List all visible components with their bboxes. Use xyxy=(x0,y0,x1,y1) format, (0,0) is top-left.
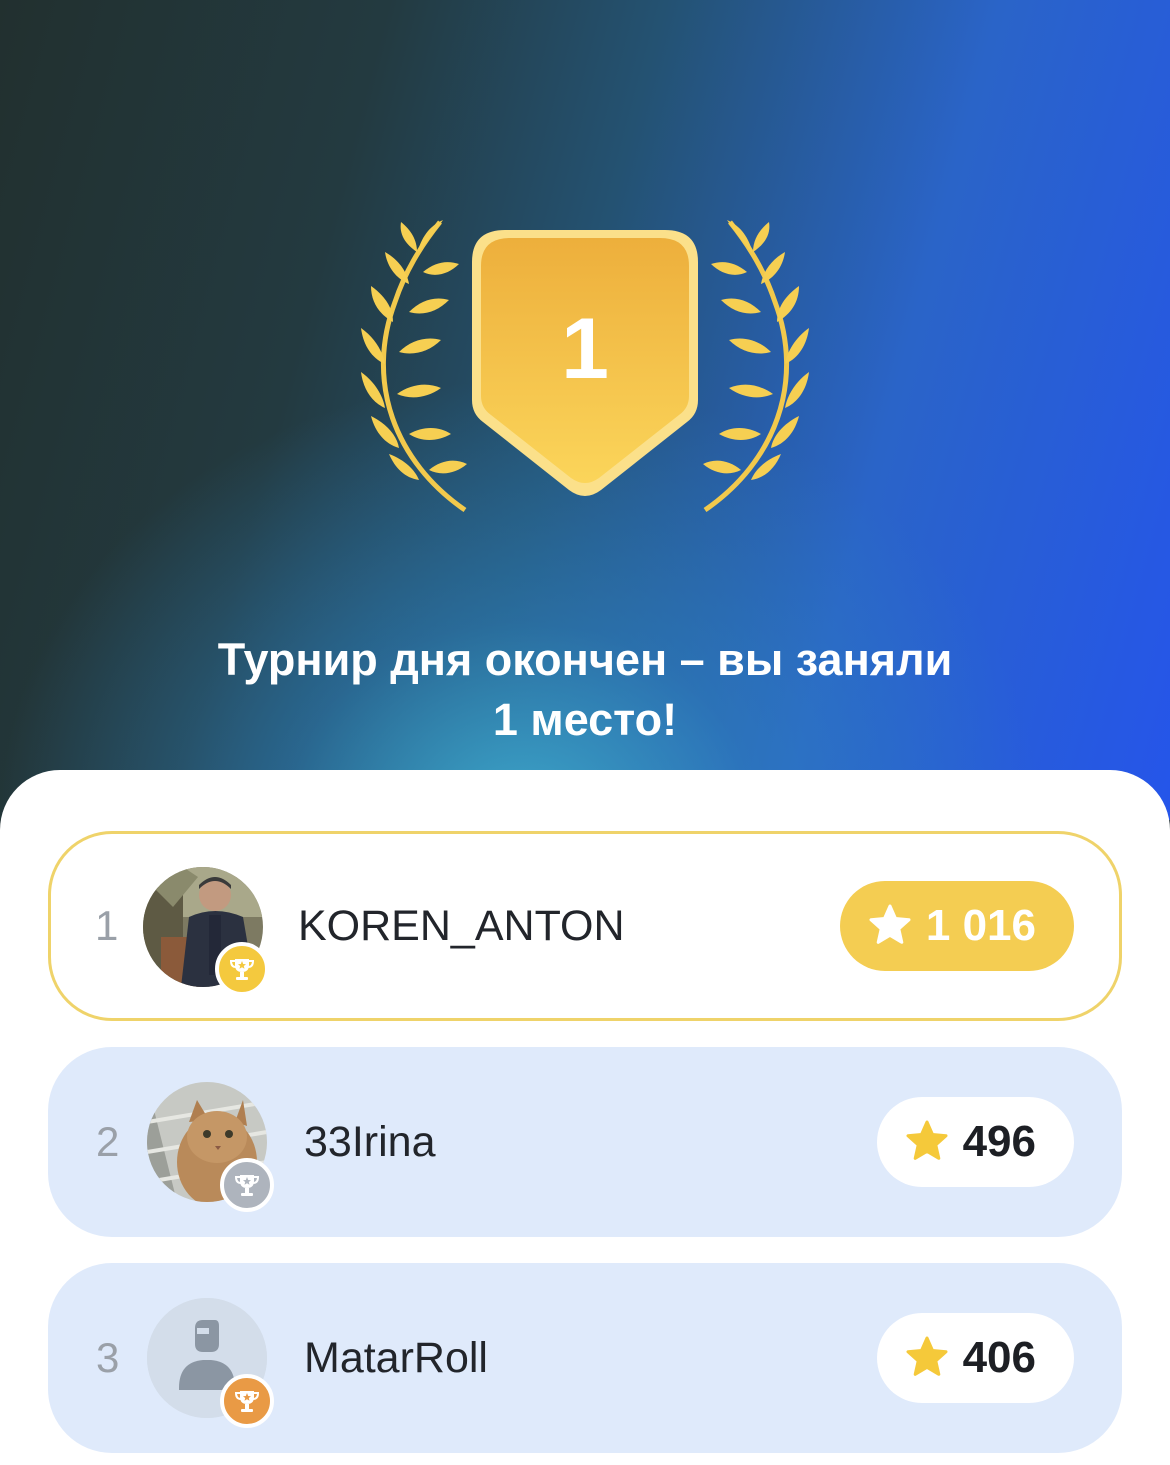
result-title: Турнир дня окончен – вы заняли 1 место! xyxy=(90,630,1080,750)
trophy-icon xyxy=(215,942,269,996)
leaderboard-sheet: 1 KOREN_ANTON 1 016 2 33Irina 496 3 Mata… xyxy=(0,770,1170,1465)
place-number: 1 xyxy=(561,301,609,397)
rank-number: 3 xyxy=(96,1334,120,1381)
result-title-line1: Турнир дня окончен – вы заняли xyxy=(217,634,953,685)
username: 33Irina xyxy=(304,1118,436,1166)
rank-number: 1 xyxy=(95,902,119,949)
score-pill: 496 xyxy=(876,1097,1074,1187)
username: MatarRoll xyxy=(304,1334,488,1382)
hero-banner: 1 Турнир дня окончен – вы заняли 1 место… xyxy=(0,0,1170,820)
star-icon xyxy=(903,1334,951,1382)
star-icon xyxy=(866,902,914,950)
username: KOREN_ANTON xyxy=(298,902,625,950)
star-icon xyxy=(903,1118,951,1166)
trophy-icon xyxy=(220,1374,274,1428)
tournament-result-screen: 1 Турнир дня окончен – вы заняли 1 место… xyxy=(0,0,1170,1465)
score-pill: 1 016 xyxy=(839,881,1074,971)
trophy-icon xyxy=(220,1158,274,1212)
score-pill: 406 xyxy=(876,1313,1074,1403)
leaderboard-row-current-user[interactable]: 1 KOREN_ANTON 1 016 xyxy=(48,831,1122,1021)
result-title-line2: 1 место! xyxy=(492,694,678,745)
rank-number: 2 xyxy=(96,1118,120,1165)
score-value: 496 xyxy=(962,1117,1036,1166)
score-value: 1 016 xyxy=(925,901,1036,950)
leaderboard-row[interactable]: 3 MatarRoll 406 xyxy=(48,1263,1122,1453)
first-place-award: 1 xyxy=(355,212,815,517)
score-value: 406 xyxy=(962,1333,1036,1382)
leaderboard-row[interactable]: 2 33Irina 496 xyxy=(48,1047,1122,1237)
